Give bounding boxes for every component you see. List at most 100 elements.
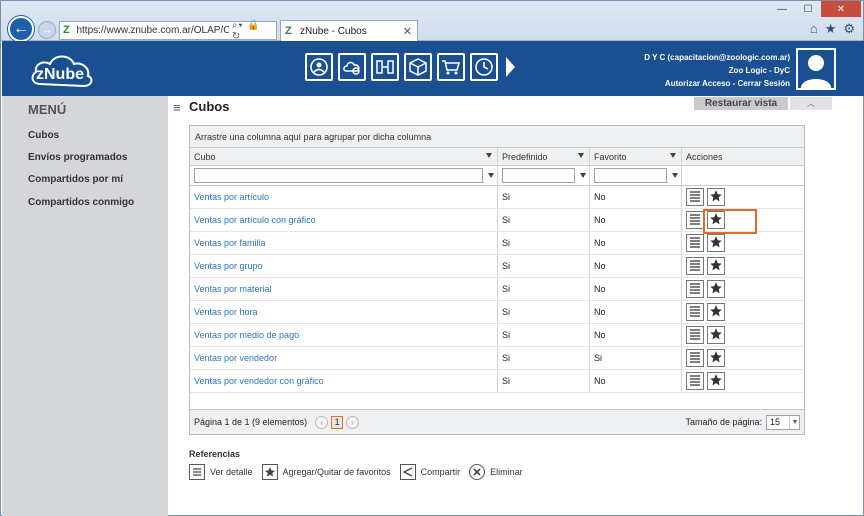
toggle-favorite-button[interactable]	[707, 349, 725, 367]
table-row: Ventas por grupo Si No	[190, 255, 804, 278]
view-detail-button[interactable]	[686, 349, 704, 367]
column-header-predefinido[interactable]: Predefinido	[498, 148, 590, 165]
view-detail-button[interactable]	[686, 188, 704, 206]
toggle-favorite-button[interactable]	[707, 234, 725, 252]
close-window-button[interactable]: ✕	[821, 1, 861, 17]
star-icon	[709, 350, 723, 366]
maximize-button[interactable]: ☐	[795, 1, 821, 17]
toggle-favorite-button[interactable]	[707, 326, 725, 344]
clock-module-button[interactable]	[470, 53, 498, 81]
cube-link[interactable]: Ventas por grupo	[194, 261, 263, 271]
cube-link[interactable]: Ventas por vendedor	[194, 353, 277, 363]
pager-page-1[interactable]: 1	[331, 415, 344, 429]
modules-next-icon[interactable]	[506, 57, 515, 77]
filter-options-icon[interactable]	[580, 173, 586, 178]
cell-cubo: Ventas por medio de pago	[190, 324, 498, 346]
restore-view-button[interactable]: Restaurar vista	[694, 97, 788, 110]
toggle-favorite-button[interactable]	[707, 211, 725, 229]
filter-input-cubo[interactable]	[194, 168, 483, 183]
cloud-settings-module-button[interactable]	[338, 53, 366, 81]
sidebar-item-compartidos-conmigo[interactable]: Compartidos conmigo	[28, 197, 134, 208]
view-detail-button[interactable]	[686, 303, 704, 321]
star-icon	[709, 189, 723, 205]
avatar[interactable]	[796, 48, 836, 90]
home-icon[interactable]: ⌂	[810, 21, 818, 37]
forward-button[interactable]: →	[38, 21, 56, 39]
filter-input-predefinido[interactable]	[502, 168, 575, 183]
toggle-favorite-button[interactable]	[707, 257, 725, 275]
hamburger-menu-icon[interactable]: ≡	[173, 100, 181, 115]
list-icon	[688, 327, 702, 343]
logout-link[interactable]: Cerrar Sesión	[738, 79, 790, 88]
filter-cell-favorito	[590, 166, 682, 185]
table-row: Ventas por hora Si No	[190, 301, 804, 324]
star-icon	[709, 327, 723, 343]
toggle-favorite-button[interactable]	[707, 188, 725, 206]
logo-text: zNube	[36, 66, 84, 83]
table-row: Ventas por vendedor con gráfico Si No	[190, 370, 804, 393]
star-icon[interactable]: ★	[825, 21, 837, 37]
box-module-button[interactable]	[404, 53, 432, 81]
znube-logo[interactable]: zNube	[28, 48, 96, 90]
group-hint: Arrastre una columna aquí para agrupar p…	[195, 131, 432, 142]
cube-link[interactable]: Ventas por hora	[194, 307, 258, 317]
filter-input-favorito[interactable]	[594, 168, 667, 183]
sidebar-item-envios-programados[interactable]: Envíos programados	[28, 152, 127, 163]
toggle-favorite-button[interactable]	[707, 280, 725, 298]
view-detail-button[interactable]	[686, 280, 704, 298]
cube-link[interactable]: Ventas por familia	[194, 238, 266, 248]
browser-tab[interactable]: Z zNube - Cubos ✕	[280, 20, 418, 41]
cube-link[interactable]: Ventas por artículo con gráfico	[194, 215, 316, 225]
column-header-cubo[interactable]: Cubo	[190, 148, 498, 165]
cell-cubo: Ventas por vendedor con gráfico	[190, 370, 498, 392]
column-header-favorito[interactable]: Favorito	[590, 148, 682, 165]
favorito-value: No	[594, 284, 606, 294]
page-title: Cubos	[189, 99, 230, 114]
structure-module-button[interactable]	[371, 53, 399, 81]
view-detail-button[interactable]	[686, 326, 704, 344]
toggle-favorite-button[interactable]	[707, 372, 725, 390]
gear-icon[interactable]: ⚙	[843, 21, 855, 37]
filter-icon[interactable]	[670, 153, 676, 158]
module-bar	[305, 53, 515, 81]
view-detail-button[interactable]	[686, 257, 704, 275]
filter-icon[interactable]	[486, 153, 492, 158]
cell-acciones	[682, 209, 804, 231]
cart-module-button[interactable]	[437, 53, 465, 81]
collapse-panel-button[interactable]: ︿	[790, 97, 832, 110]
column-label: Cubo	[194, 151, 216, 162]
url-text[interactable]: https://www.znube.com.ar/OLAP/Cubes	[76, 25, 228, 36]
authorize-access-link[interactable]: Autorizar Acceso	[665, 79, 731, 88]
cube-link[interactable]: Ventas por medio de pago	[194, 330, 299, 340]
view-detail-button[interactable]	[686, 234, 704, 252]
star-icon	[709, 373, 723, 389]
tab-close-icon[interactable]: ✕	[403, 25, 417, 38]
sidebar-item-cubos[interactable]: Cubos	[28, 130, 59, 141]
view-detail-button[interactable]	[686, 372, 704, 390]
address-bar[interactable]: Z https://www.znube.com.ar/OLAP/Cubes ⌕▾…	[59, 20, 277, 42]
cell-favorito: No	[590, 255, 682, 277]
filter-icon[interactable]	[578, 153, 584, 158]
cell-favorito: No	[590, 232, 682, 254]
references-title: Referencias	[189, 449, 241, 459]
star-icon	[709, 212, 723, 228]
cube-link[interactable]: Ventas por artículo	[194, 192, 269, 202]
group-panel[interactable]: Arrastre una columna aquí para agrupar p…	[190, 126, 804, 148]
chevron-down-icon[interactable]	[789, 415, 799, 429]
cube-link[interactable]: Ventas por material	[194, 284, 272, 294]
toggle-favorite-button[interactable]	[707, 303, 725, 321]
back-button[interactable]: ←	[8, 16, 34, 42]
predefinido-value: Si	[502, 307, 511, 317]
users-module-button[interactable]	[305, 53, 333, 81]
minimize-button[interactable]: —	[769, 1, 795, 17]
sidebar-item-compartidos-por-mi[interactable]: Compartidos por mí	[28, 174, 123, 185]
pager-next-button[interactable]: ›	[346, 415, 360, 429]
pager-prev-button[interactable]: ‹	[315, 415, 329, 429]
filter-options-icon[interactable]	[672, 173, 678, 178]
main-content: ≡ Cubos Restaurar vista ︿ Arrastre una c…	[168, 96, 864, 516]
filter-options-icon[interactable]	[488, 173, 494, 178]
page-size-select[interactable]: 15	[766, 414, 800, 430]
view-detail-button[interactable]	[686, 211, 704, 229]
address-bar-tools-icon[interactable]: ⌕▾ 🔒 ↻	[232, 20, 276, 42]
cube-link[interactable]: Ventas por vendedor con gráfico	[194, 376, 324, 386]
